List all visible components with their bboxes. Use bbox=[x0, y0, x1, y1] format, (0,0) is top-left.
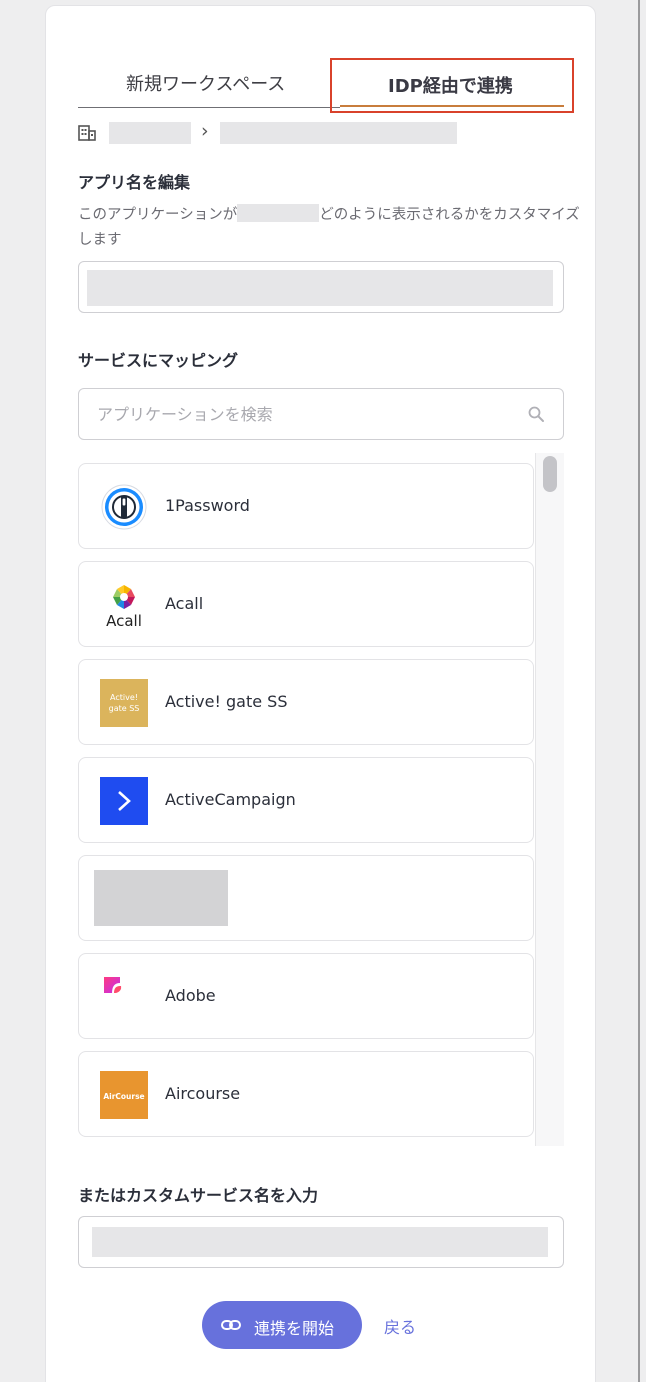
active-tab-indicator bbox=[340, 105, 564, 107]
active-gate-logo-icon: Active! gate SS bbox=[100, 679, 148, 727]
scrollbar-thumb[interactable] bbox=[543, 456, 557, 492]
active-gate-logo-text-2: gate SS bbox=[109, 704, 140, 713]
chevron-right-icon: › bbox=[201, 120, 209, 142]
app-name-label: Acall bbox=[165, 594, 204, 613]
window-edge bbox=[638, 0, 640, 1382]
back-link[interactable]: 戻る bbox=[384, 1314, 416, 1338]
redacted-text bbox=[237, 204, 320, 222]
app-item-1password[interactable]: 1Password bbox=[78, 463, 534, 549]
adobe-logo-icon bbox=[104, 977, 122, 993]
aircourse-logo-text: AirCourse bbox=[103, 1092, 144, 1101]
breadcrumb: › bbox=[78, 120, 574, 147]
1password-logo-icon bbox=[101, 484, 147, 530]
start-integration-button[interactable]: 連携を開始 bbox=[202, 1301, 362, 1349]
search-icon[interactable] bbox=[527, 405, 545, 423]
app-name-label: 1Password bbox=[165, 496, 250, 515]
breadcrumb-workspace-redacted[interactable] bbox=[220, 122, 457, 144]
app-item-aircourse[interactable]: AirCourse Aircourse bbox=[78, 1051, 534, 1137]
app-item-active-gate-ss[interactable]: Active! gate SS Active! gate SS bbox=[78, 659, 534, 745]
app-search-input[interactable] bbox=[97, 402, 507, 426]
app-search-box bbox=[78, 388, 564, 440]
service-mapping-title: サービスにマッピング bbox=[78, 351, 239, 370]
building-icon bbox=[78, 125, 96, 141]
start-integration-label: 連携を開始 bbox=[254, 1321, 335, 1338]
app-item-activecampaign[interactable]: ActiveCampaign bbox=[78, 757, 534, 843]
app-item-acall[interactable]: Acall Acall bbox=[78, 561, 534, 647]
tab-new-workspace-label: 新規ワークスペース bbox=[126, 74, 286, 95]
tab-bar: 新規ワークスペース IDP経由で連携 bbox=[78, 58, 574, 113]
app-list-scrollbar[interactable] bbox=[535, 453, 564, 1146]
active-gate-logo-text-1: Active! bbox=[110, 693, 138, 702]
breadcrumb-organization-redacted[interactable] bbox=[109, 122, 191, 144]
acall-logo-text: Acall bbox=[106, 612, 142, 629]
activecampaign-logo-icon bbox=[100, 777, 148, 825]
aircourse-logo-icon: AirCourse bbox=[100, 1071, 148, 1119]
tab-idp-integration-label: IDP経由で連携 bbox=[388, 76, 513, 97]
app-name-input[interactable] bbox=[78, 261, 564, 313]
app-name-description-prefix: このアプリケーションが bbox=[78, 207, 238, 223]
app-item-redacted[interactable] bbox=[78, 855, 534, 941]
tab-new-workspace[interactable]: 新規ワークスペース bbox=[78, 58, 340, 108]
tab-idp-integration[interactable]: IDP経由で連携 bbox=[330, 58, 574, 113]
custom-service-title: またはカスタムサービス名を入力 bbox=[78, 1186, 319, 1205]
custom-service-input[interactable] bbox=[78, 1216, 564, 1268]
app-name-title: アプリ名を編集 bbox=[78, 173, 191, 192]
app-name-label: Aircourse bbox=[165, 1084, 241, 1103]
redacted-app-logo bbox=[94, 870, 228, 926]
custom-service-value-redacted bbox=[92, 1227, 548, 1257]
app-item-adobe[interactable]: Adobe bbox=[78, 953, 534, 1039]
acall-logo-icon: Acall bbox=[106, 585, 142, 629]
app-name-value-redacted bbox=[87, 270, 553, 306]
app-name-description: このアプリケーションが どのように表示されるかをカスタマイズします bbox=[78, 203, 583, 253]
link-icon bbox=[221, 1320, 241, 1330]
integration-card: 新規ワークスペース IDP経由で連携 › アプリ名を編集 このアプリケーションが… bbox=[45, 5, 596, 1382]
app-name-label: ActiveCampaign bbox=[165, 790, 296, 809]
app-list: 1Password Acall Acall Active! gate SS Ac… bbox=[78, 453, 564, 1146]
app-name-label: Adobe bbox=[165, 986, 216, 1005]
app-name-label: Active! gate SS bbox=[165, 692, 288, 711]
